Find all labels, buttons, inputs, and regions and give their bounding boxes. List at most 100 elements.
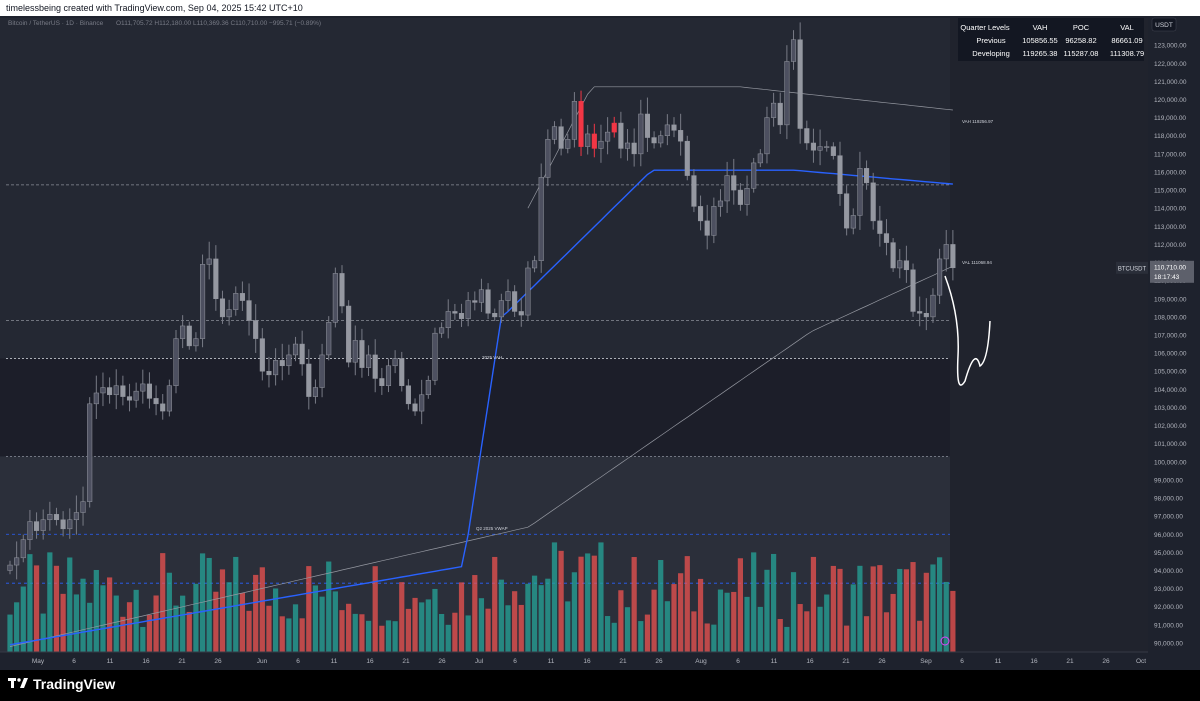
- candle-body: [173, 338, 179, 386]
- volume-bar: [226, 582, 232, 652]
- volume-bar: [631, 557, 637, 652]
- volume-bar: [711, 624, 717, 652]
- candle-body: [226, 309, 232, 318]
- candle-body: [631, 142, 637, 155]
- y-tick-label: 94,000.00: [1154, 568, 1183, 575]
- candle-body: [810, 142, 816, 151]
- candle-body: [578, 101, 584, 147]
- y-tick-label: 119,000.00: [1154, 115, 1186, 122]
- x-tick-label: 21: [178, 658, 186, 665]
- volume-bar: [352, 613, 358, 652]
- candle-body: [817, 146, 823, 151]
- price-chart[interactable]: USDT 90,000.00 91,000.00 92,000.00 93,000.00…: [0, 16, 1200, 670]
- x-tick-label: 11: [995, 658, 1002, 665]
- quarter-table-cell: Previous: [976, 36, 1005, 45]
- y-tick-label: 123,000.00: [1154, 43, 1187, 50]
- volume-bar: [644, 614, 651, 652]
- candle-body: [107, 387, 113, 396]
- x-tick-label: 6: [736, 658, 740, 665]
- volume-bar: [837, 568, 843, 652]
- candle-body: [877, 220, 883, 234]
- x-tick-label: 16: [142, 658, 150, 665]
- volume-bar: [605, 616, 611, 652]
- volume-bar: [40, 613, 46, 652]
- candle-body: [259, 338, 265, 372]
- y-tick-label: 93,000.00: [1154, 586, 1183, 593]
- volume-bar: [478, 598, 485, 652]
- candle-body: [299, 343, 305, 365]
- volume-bar: [492, 556, 498, 652]
- volume-bar: [80, 578, 86, 652]
- volume-bar: [53, 565, 60, 652]
- volume-bar: [166, 572, 172, 652]
- candle-body: [319, 354, 325, 388]
- candle-body: [419, 394, 425, 412]
- candle-body: [545, 139, 551, 178]
- x-tick-label: 6: [296, 658, 300, 665]
- candle-body: [206, 258, 212, 265]
- candle-body: [465, 300, 471, 319]
- volume-bar: [744, 596, 750, 652]
- yearly-vah-annotation: 2025 VAH: [482, 355, 502, 360]
- y-tick-label: 99,000.00: [1154, 477, 1183, 484]
- volume-bar: [704, 623, 710, 652]
- volume-bar: [585, 553, 591, 652]
- volume-bar: [903, 569, 909, 652]
- volume-bar: [27, 554, 33, 652]
- candle-body: [372, 354, 378, 379]
- volume-bar: [312, 585, 319, 652]
- x-tick-label: Aug: [695, 658, 707, 665]
- volume-bar: [133, 589, 139, 652]
- volume-bar: [107, 577, 113, 652]
- candle-body: [605, 131, 611, 142]
- candle-body: [233, 293, 239, 310]
- footer: TradingView: [0, 670, 1200, 701]
- volume-bar: [219, 569, 226, 652]
- candle-body: [332, 273, 338, 323]
- candle-body: [379, 378, 385, 386]
- volume-bar: [863, 616, 870, 652]
- volume-bar: [558, 550, 564, 652]
- volume-bar: [472, 575, 478, 652]
- candle-body: [691, 175, 697, 207]
- volume-bar: [286, 618, 292, 652]
- volume-bar: [930, 564, 936, 652]
- candle-body: [153, 398, 159, 405]
- candle-body: [452, 311, 458, 314]
- volume-bar: [757, 606, 763, 652]
- volume-bar: [193, 583, 199, 652]
- y-tick-label: 113,000.00: [1154, 224, 1186, 231]
- future-area: [950, 18, 1148, 652]
- volume-bar: [505, 605, 511, 652]
- candle-body: [60, 519, 66, 530]
- candle-body: [80, 501, 86, 513]
- volume-bar: [684, 556, 690, 652]
- candle-body: [186, 325, 192, 347]
- x-tick-label: May: [32, 658, 45, 665]
- volume-bar: [485, 608, 491, 652]
- candle-body: [126, 396, 133, 401]
- candle-body: [565, 139, 571, 149]
- candle-body: [432, 332, 438, 381]
- volume-bar: [790, 572, 797, 652]
- volume-bar: [253, 574, 259, 652]
- candle-body: [538, 177, 544, 261]
- volume-bar: [379, 625, 385, 652]
- x-tick-label: 16: [1030, 658, 1038, 665]
- candle-body: [724, 175, 730, 202]
- x-tick-label: 21: [842, 658, 850, 665]
- candle-body: [67, 519, 73, 530]
- x-tick-label: 11: [107, 658, 114, 665]
- y-tick-label: 102,000.00: [1154, 423, 1187, 430]
- y-tick-label: 91,000.00: [1154, 622, 1183, 629]
- tradingview-logo[interactable]: TradingView: [8, 676, 115, 692]
- chart-area[interactable]: USDT 90,000.00 91,000.00 92,000.00 93,000.00…: [0, 16, 1200, 670]
- candle-body: [326, 322, 332, 356]
- y-tick-label: 112,000.00: [1154, 242, 1186, 249]
- candle-body: [644, 113, 650, 138]
- volume-bar: [372, 566, 378, 652]
- candle-body: [498, 300, 504, 318]
- x-tick-label: 21: [402, 658, 410, 665]
- y-tick-label: 100,000.00: [1154, 459, 1187, 466]
- x-tick-label: Sep: [920, 658, 932, 665]
